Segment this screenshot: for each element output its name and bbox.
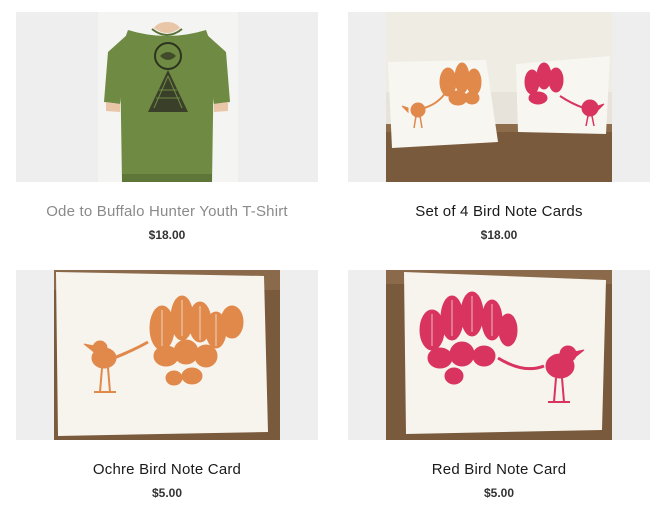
product-image-link[interactable] bbox=[348, 12, 650, 182]
bird-note-cards-set-image bbox=[348, 12, 650, 182]
product-title[interactable]: Set of 4 Bird Note Cards bbox=[348, 203, 650, 221]
product-card[interactable]: Red Bird Note Card $5.00 bbox=[348, 270, 650, 500]
red-bird-card-image bbox=[348, 270, 650, 440]
product-card[interactable]: Ochre Bird Note Card $5.00 bbox=[16, 270, 318, 500]
product-title[interactable]: Ochre Bird Note Card bbox=[16, 461, 318, 479]
youth-tshirt-image bbox=[16, 12, 318, 182]
product-card[interactable]: Set of 4 Bird Note Cards $18.00 bbox=[348, 12, 650, 242]
product-price: $18.00 bbox=[148, 228, 186, 242]
product-price: $5.00 bbox=[151, 486, 183, 500]
product-price: $18.00 bbox=[480, 228, 518, 242]
product-title[interactable]: Ode to Buffalo Hunter Youth T-Shirt bbox=[16, 203, 318, 221]
product-price: $5.00 bbox=[483, 486, 515, 500]
product-title[interactable]: Red Bird Note Card bbox=[348, 461, 650, 479]
product-image-link[interactable] bbox=[348, 270, 650, 440]
ochre-bird-card-image bbox=[16, 270, 318, 440]
product-card[interactable]: Ode to Buffalo Hunter Youth T-Shirt $18.… bbox=[16, 12, 318, 242]
product-grid: Ode to Buffalo Hunter Youth T-Shirt $18.… bbox=[0, 0, 672, 510]
product-image-link[interactable] bbox=[16, 12, 318, 182]
product-image-link[interactable] bbox=[16, 270, 318, 440]
